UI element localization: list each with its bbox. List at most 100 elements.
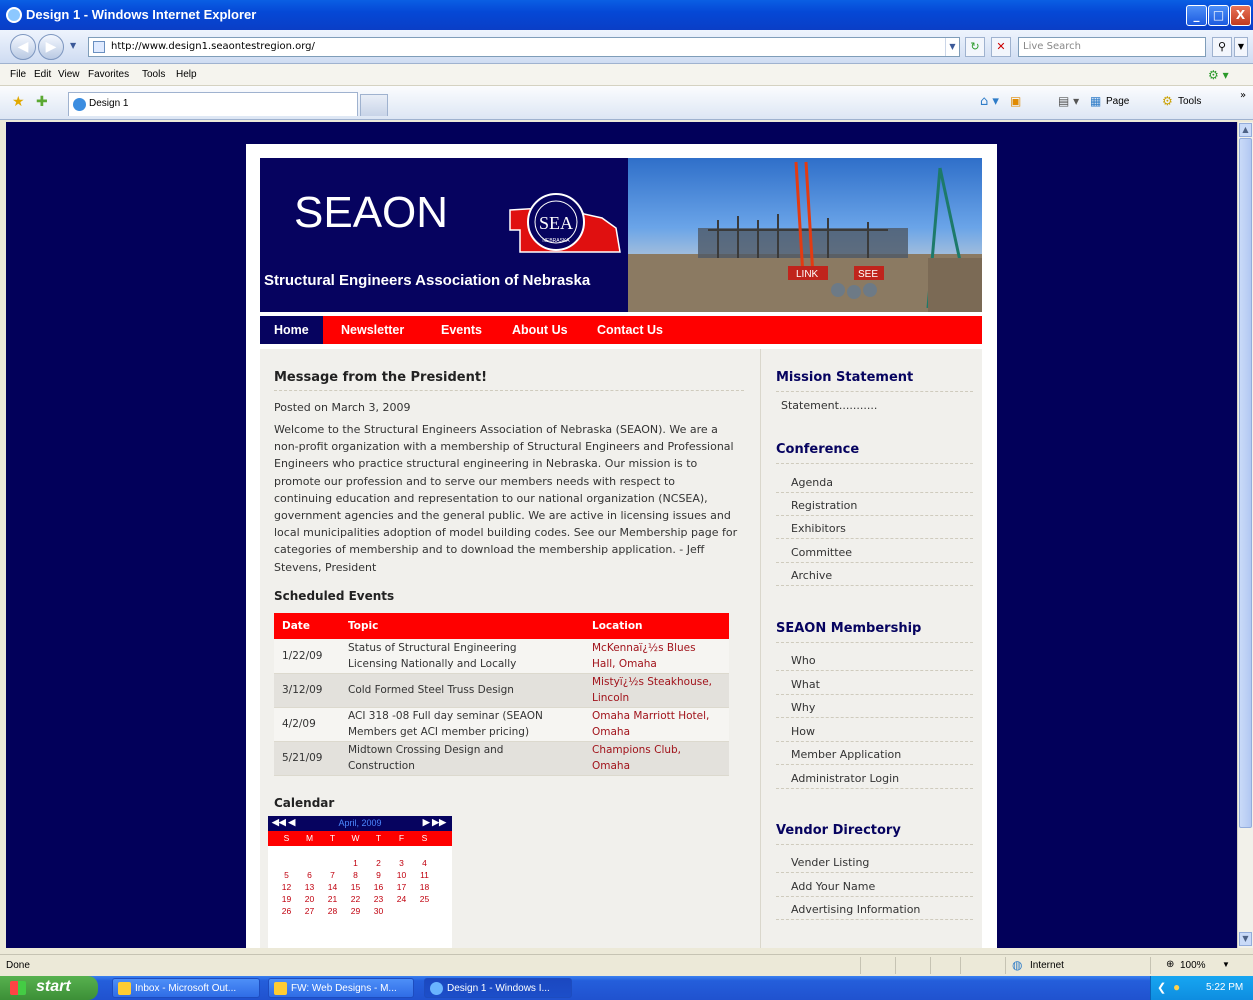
menu-view[interactable]: View	[58, 69, 80, 80]
scroll-thumb[interactable]	[1239, 138, 1252, 828]
address-dropdown-icon[interactable]: ▼	[945, 38, 959, 56]
print-icon[interactable]: ▤ ▾	[1058, 94, 1079, 108]
sidebar-link-what[interactable]: What	[791, 678, 820, 691]
calendar-next-button[interactable]: ▶ ▶▶	[423, 817, 446, 828]
forward-button[interactable]: ▶	[38, 34, 64, 60]
new-tab-button[interactable]	[360, 94, 388, 116]
task-outlook[interactable]: Inbox - Microsoft Out...	[112, 978, 260, 998]
location-line[interactable]: Lincoln	[592, 690, 721, 706]
calendar-day[interactable]: 27	[298, 906, 321, 916]
nav-newsletter[interactable]: Newsletter	[341, 316, 404, 344]
menu-file[interactable]: File	[10, 69, 26, 80]
sidebar-link-why[interactable]: Why	[791, 701, 815, 714]
sidebar-link-how[interactable]: How	[791, 725, 815, 738]
sidebar-link-vender-listing[interactable]: Vender Listing	[791, 856, 869, 869]
close-button[interactable]: X	[1230, 5, 1251, 26]
calendar-day[interactable]: 28	[321, 906, 344, 916]
calendar-day[interactable]: 18	[413, 882, 436, 892]
location-line[interactable]: Omaha	[592, 758, 721, 774]
search-input[interactable]: Live Search	[1018, 37, 1206, 57]
scroll-down-icon[interactable]: ▼	[1239, 932, 1252, 946]
calendar-day[interactable]: 12	[275, 882, 298, 892]
calendar-day[interactable]: 7	[321, 870, 344, 880]
back-button[interactable]: ◀	[10, 34, 36, 60]
location-line[interactable]: Omaha Marriott Hotel,	[592, 708, 721, 724]
nav-contact-us[interactable]: Contact Us	[597, 316, 663, 344]
nav-home[interactable]: Home	[260, 316, 323, 344]
tools-menu-button[interactable]: Tools	[1178, 96, 1201, 107]
calendar-day[interactable]: 25	[413, 894, 436, 904]
calendar-day[interactable]: 11	[413, 870, 436, 880]
calendar-day[interactable]: 21	[321, 894, 344, 904]
search-options-icon[interactable]: ▼	[1234, 37, 1248, 57]
sidebar-link-agenda[interactable]: Agenda	[791, 476, 833, 489]
calendar-day[interactable]: 3	[390, 858, 413, 868]
zoom-dropdown-icon[interactable]: ▼	[1222, 960, 1230, 969]
calendar-day[interactable]: 4	[413, 858, 436, 868]
task-fw-web-designs[interactable]: FW: Web Designs - M...	[268, 978, 414, 998]
sidebar-link-add-your-name[interactable]: Add Your Name	[791, 880, 875, 893]
event-location[interactable]: McKennaï¿½s Blues Hall, Omaha	[584, 639, 729, 674]
calendar-day[interactable]: 13	[298, 882, 321, 892]
start-button[interactable]: start	[0, 976, 98, 1000]
sidebar-link-administrator-login[interactable]: Administrator Login	[791, 772, 899, 785]
calendar-day[interactable]: 17	[390, 882, 413, 892]
search-icon[interactable]: ⚲	[1212, 37, 1232, 57]
calendar-day[interactable]: 20	[298, 894, 321, 904]
address-input[interactable]: http://www.design1.seaontestregion.org/	[111, 41, 315, 52]
sidebar-link-who[interactable]: Who	[791, 654, 816, 667]
tray-app-icon[interactable]: ●	[1173, 980, 1180, 994]
calendar-day[interactable]: 2	[367, 858, 390, 868]
chevron-more-icon[interactable]: »	[1240, 90, 1246, 101]
calendar-day[interactable]: 10	[390, 870, 413, 880]
sidebar-link-registration[interactable]: Registration	[791, 499, 857, 512]
task-design-1[interactable]: Design 1 - Windows I...	[424, 978, 572, 998]
calendar-day[interactable]: 23	[367, 894, 390, 904]
sidebar-link-member-application[interactable]: Member Application	[791, 748, 901, 761]
history-dropdown-icon[interactable]: ▼	[70, 41, 76, 50]
menu-favorites[interactable]: Favorites	[88, 69, 129, 80]
calendar-day[interactable]: 9	[367, 870, 390, 880]
event-location[interactable]: Omaha Marriott Hotel, Omaha	[584, 707, 729, 742]
calendar-day[interactable]: 15	[344, 882, 367, 892]
menu-tools[interactable]: Tools	[142, 69, 165, 80]
calendar-day[interactable]: 5	[275, 870, 298, 880]
calendar-day[interactable]: 24	[390, 894, 413, 904]
feeds-icon[interactable]: ▣	[1010, 94, 1021, 108]
nav-about-us[interactable]: About Us	[512, 316, 568, 344]
nav-events[interactable]: Events	[441, 316, 482, 344]
scroll-up-icon[interactable]: ▲	[1239, 123, 1252, 137]
zoom-level[interactable]: 100%	[1180, 960, 1206, 971]
page-menu-button[interactable]: Page	[1106, 96, 1129, 107]
calendar-day[interactable]: 16	[367, 882, 390, 892]
sidebar-link-archive[interactable]: Archive	[791, 569, 832, 582]
calendar-day[interactable]: 6	[298, 870, 321, 880]
refresh-button[interactable]: ↻	[965, 37, 985, 57]
toolbar-extension-icon[interactable]: ⚙ ▾	[1208, 68, 1229, 82]
location-line[interactable]: McKennaï¿½s Blues	[592, 640, 721, 656]
sidebar-link-exhibitors[interactable]: Exhibitors	[791, 522, 846, 535]
calendar-day[interactable]: 30	[367, 906, 390, 916]
home-icon[interactable]: ⌂ ▾	[980, 94, 999, 109]
menu-edit[interactable]: Edit	[34, 69, 51, 80]
location-line[interactable]: Mistyï¿½s Steakhouse,	[592, 674, 721, 690]
maximize-button[interactable]: □	[1208, 5, 1229, 26]
calendar-day[interactable]: 26	[275, 906, 298, 916]
event-location[interactable]: Champions Club, Omaha	[584, 741, 729, 776]
event-location[interactable]: Mistyï¿½s Steakhouse, Lincoln	[584, 673, 729, 708]
minimize-button[interactable]: _	[1186, 5, 1207, 26]
tab-design-1[interactable]: Design 1	[68, 92, 358, 116]
favorites-star-icon[interactable]: ★	[12, 94, 25, 110]
calendar-day[interactable]: 22	[344, 894, 367, 904]
calendar-day[interactable]: 1	[344, 858, 367, 868]
location-line[interactable]: Champions Club,	[592, 742, 721, 758]
location-line[interactable]: Hall, Omaha	[592, 656, 721, 672]
calendar-day[interactable]: 29	[344, 906, 367, 916]
stop-button[interactable]: ✕	[991, 37, 1011, 57]
menu-help[interactable]: Help	[176, 69, 197, 80]
sidebar-link-advertising-information[interactable]: Advertising Information	[791, 903, 920, 916]
address-bar[interactable]: http://www.design1.seaontestregion.org/ …	[88, 37, 960, 57]
tray-chevron-icon[interactable]: ❮	[1157, 981, 1166, 994]
add-favorites-icon[interactable]: ✚	[36, 94, 48, 110]
vertical-scrollbar[interactable]: ▲ ▼	[1237, 122, 1253, 948]
